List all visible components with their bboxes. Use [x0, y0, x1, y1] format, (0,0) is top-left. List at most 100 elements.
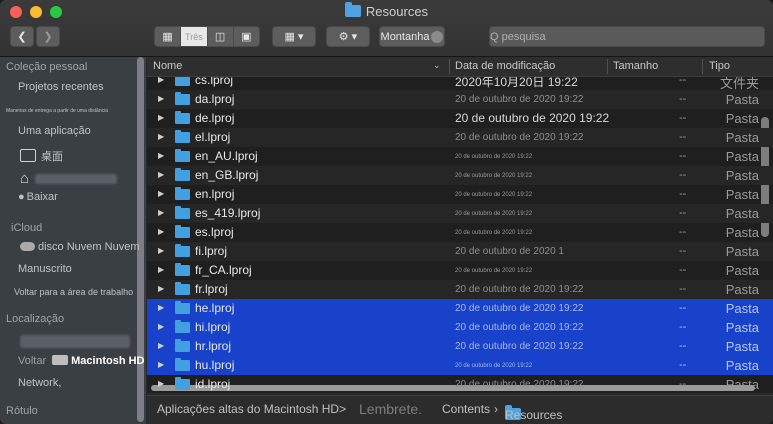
folder-icon: [175, 149, 190, 162]
file-date: 20 de outubro de 2020 19:22: [455, 303, 584, 314]
sidebar-item[interactable]: ⌂: [20, 170, 118, 187]
disclosure-triangle-icon[interactable]: ▶: [158, 227, 164, 236]
column-name[interactable]: Nome: [153, 60, 182, 72]
folder-icon: [175, 301, 190, 314]
sidebar-item[interactable]: Uma aplicação: [18, 125, 91, 137]
file-row[interactable]: ▶ en_AU.lproj 20 de outubro de 2020 19:22 -…: [147, 147, 773, 166]
file-row[interactable]: ▶ es.lproj 20 de outubro de 2020 19:22 -- Pa…: [147, 223, 773, 242]
column-divider[interactable]: [449, 59, 450, 74]
download-icon: ●: [18, 191, 25, 203]
sidebar-item[interactable]: Manuscrito: [18, 263, 72, 275]
sidebar-item[interactable]: disco Nuvem Nuvem: [20, 241, 139, 253]
tag-button[interactable]: Montanha: [379, 26, 445, 47]
column-divider[interactable]: [702, 59, 703, 74]
file-date: 20 de outubro de 2020 19:22: [455, 173, 533, 179]
path-middle[interactable]: Lembrete.: [359, 401, 422, 417]
redacted-location[interactable]: [20, 335, 130, 350]
file-date: 20 de outubro de 2020 19:22: [455, 211, 533, 217]
column-kind[interactable]: Tipo: [709, 60, 730, 72]
file-row[interactable]: ▶ en_GB.lproj 20 de outubro de 2020 19:22 -…: [147, 166, 773, 185]
disclosure-triangle-icon[interactable]: ▶: [158, 189, 164, 198]
search-input[interactable]: Q pesquisa: [489, 26, 765, 47]
sidebar: Coleção pessoal Projetos recentes Maneiras…: [0, 57, 146, 424]
file-kind: Pasta: [725, 358, 759, 373]
disclosure-triangle-icon[interactable]: ▶: [158, 208, 164, 217]
file-row[interactable]: ▶ hr.lproj 20 de outubro de 2020 19:22 -- Pa…: [147, 337, 773, 356]
disclosure-triangle-icon[interactable]: ▶: [158, 322, 164, 331]
path-contents[interactable]: Contents: [442, 402, 490, 416]
action-button[interactable]: ⚙ ▾: [326, 26, 370, 47]
sidebar-item[interactable]: Maneiras de entrega a partir de uma dist…: [6, 108, 108, 114]
disclosure-triangle-icon[interactable]: ▶: [158, 151, 164, 160]
file-row[interactable]: ▶ fi.lproj 20 de outubro de 2020 1 -- Pasta: [147, 242, 773, 261]
disclosure-triangle-icon[interactable]: ▶: [158, 284, 164, 293]
view-mode-control[interactable]: ▦ Três ◫ ▣: [154, 26, 260, 47]
file-date: 20 de outubro de 2020 19:22: [455, 322, 584, 333]
forward-button[interactable]: ❯: [36, 26, 60, 47]
sidebar-item-label: Network,: [18, 377, 62, 389]
folder-icon: [175, 320, 190, 333]
file-kind: Pasta: [725, 149, 759, 164]
file-row[interactable]: ▶ el.lproj 20 de outubro de 2020 19:22 -- Pa…: [147, 128, 773, 147]
file-name: hi.lproj: [195, 320, 231, 334]
icon-view-icon[interactable]: ▦: [155, 27, 182, 46]
sidebar-item[interactable]: 桌面: [20, 148, 63, 164]
disclosure-triangle-icon[interactable]: ▶: [158, 113, 164, 122]
disclosure-triangle-icon[interactable]: ▶: [158, 94, 164, 103]
list-view-button[interactable]: Três: [181, 27, 208, 46]
back-button[interactable]: ❮: [10, 26, 34, 47]
sidebar-scrollbar[interactable]: [137, 57, 144, 422]
file-name: de.lproj: [195, 111, 235, 125]
column-size[interactable]: Tamanho: [613, 60, 658, 72]
file-row[interactable]: ▶ hu.lproj 20 de outubro de 2020 19:22 -- Pa…: [147, 356, 773, 375]
file-row[interactable]: ▶ en.lproj 20 de outubro de 2020 19:22 -- Pa…: [147, 185, 773, 204]
column-date[interactable]: Data de modificação: [455, 60, 555, 72]
column-view-icon[interactable]: ◫: [208, 27, 234, 46]
file-kind: Pasta: [725, 168, 759, 183]
file-date: 20 de outubro de 2020 19:22: [455, 284, 584, 295]
file-row[interactable]: ▶ he.lproj 20 de outubro de 2020 19:22 -- Pa…: [147, 299, 773, 318]
file-size: --: [679, 131, 687, 143]
column-divider[interactable]: [607, 59, 608, 74]
search-placeholder: Q pesquisa: [490, 31, 546, 43]
disclosure-triangle-icon[interactable]: ▶: [158, 379, 164, 388]
file-size: --: [679, 150, 687, 162]
file-kind: Pasta: [725, 187, 759, 202]
file-name: fr_CA.lproj: [195, 263, 252, 277]
disclosure-triangle-icon[interactable]: ▶: [158, 132, 164, 141]
file-row[interactable]: ▶ da.lproj 20 de outubro de 2020 19:22 -- Pa…: [147, 90, 773, 109]
path-root[interactable]: Aplicações altas do Macintosh HD>: [157, 402, 346, 416]
file-date: 20 de outubro de 2020 19:22: [455, 192, 533, 198]
disk-icon: [52, 355, 69, 365]
file-name: fr.lproj: [195, 282, 228, 296]
file-date: 20 de outubro de 2020 19:22: [455, 363, 533, 369]
file-row[interactable]: ▶ es_419.lproj 20 de outubro de 2020 19:22…: [147, 204, 773, 223]
sidebar-item[interactable]: Network,: [18, 377, 61, 389]
sidebar-item[interactable]: Voltar para a área de trabalho: [14, 287, 133, 297]
sidebar-item[interactable]: Voltar Macintosh HD: [18, 355, 144, 367]
file-row[interactable]: ▶ hi.lproj 20 de outubro de 2020 19:22 -- Pa…: [147, 318, 773, 337]
file-date: 20 de outubro de 2020 19:22: [455, 268, 533, 274]
file-row[interactable]: ▶ id.lproj 20 de outubro de 2020 19:22 -- Pa…: [147, 375, 773, 393]
sidebar-item-label: iCloud: [11, 222, 43, 234]
sidebar-item-label: Maneiras de entrega a partir de uma dist…: [6, 108, 109, 114]
sidebar-item[interactable]: Projetos recentes: [18, 81, 104, 93]
file-kind: Pasta: [725, 92, 759, 107]
disclosure-triangle-icon[interactable]: ▶: [158, 246, 164, 255]
disclosure-triangle-icon[interactable]: ▶: [158, 303, 164, 312]
disclosure-triangle-icon[interactable]: ▶: [158, 170, 164, 179]
sidebar-item[interactable]: ● Baixar: [18, 191, 58, 203]
disclosure-triangle-icon[interactable]: ▶: [158, 265, 164, 274]
file-kind: Pasta: [725, 130, 759, 145]
file-name: fi.lproj: [195, 244, 228, 258]
group-button[interactable]: ▦ ▾: [272, 26, 316, 47]
disclosure-triangle-icon[interactable]: ▶: [158, 341, 164, 350]
file-row[interactable]: ▶ fr.lproj 20 de outubro de 2020 19:22 -- Pa…: [147, 280, 773, 299]
folder-icon: [175, 168, 190, 181]
file-row[interactable]: ▶ fr_CA.lproj 20 de outubro de 2020 19:22 -…: [147, 261, 773, 280]
file-row[interactable]: ▶ de.lproj 20 de outubro de 2020 19:22 -- Pa…: [147, 109, 773, 128]
gallery-view-icon[interactable]: ▣: [234, 27, 259, 46]
file-kind: Pasta: [725, 377, 759, 392]
folder-icon: [175, 282, 190, 295]
disclosure-triangle-icon[interactable]: ▶: [158, 360, 164, 369]
